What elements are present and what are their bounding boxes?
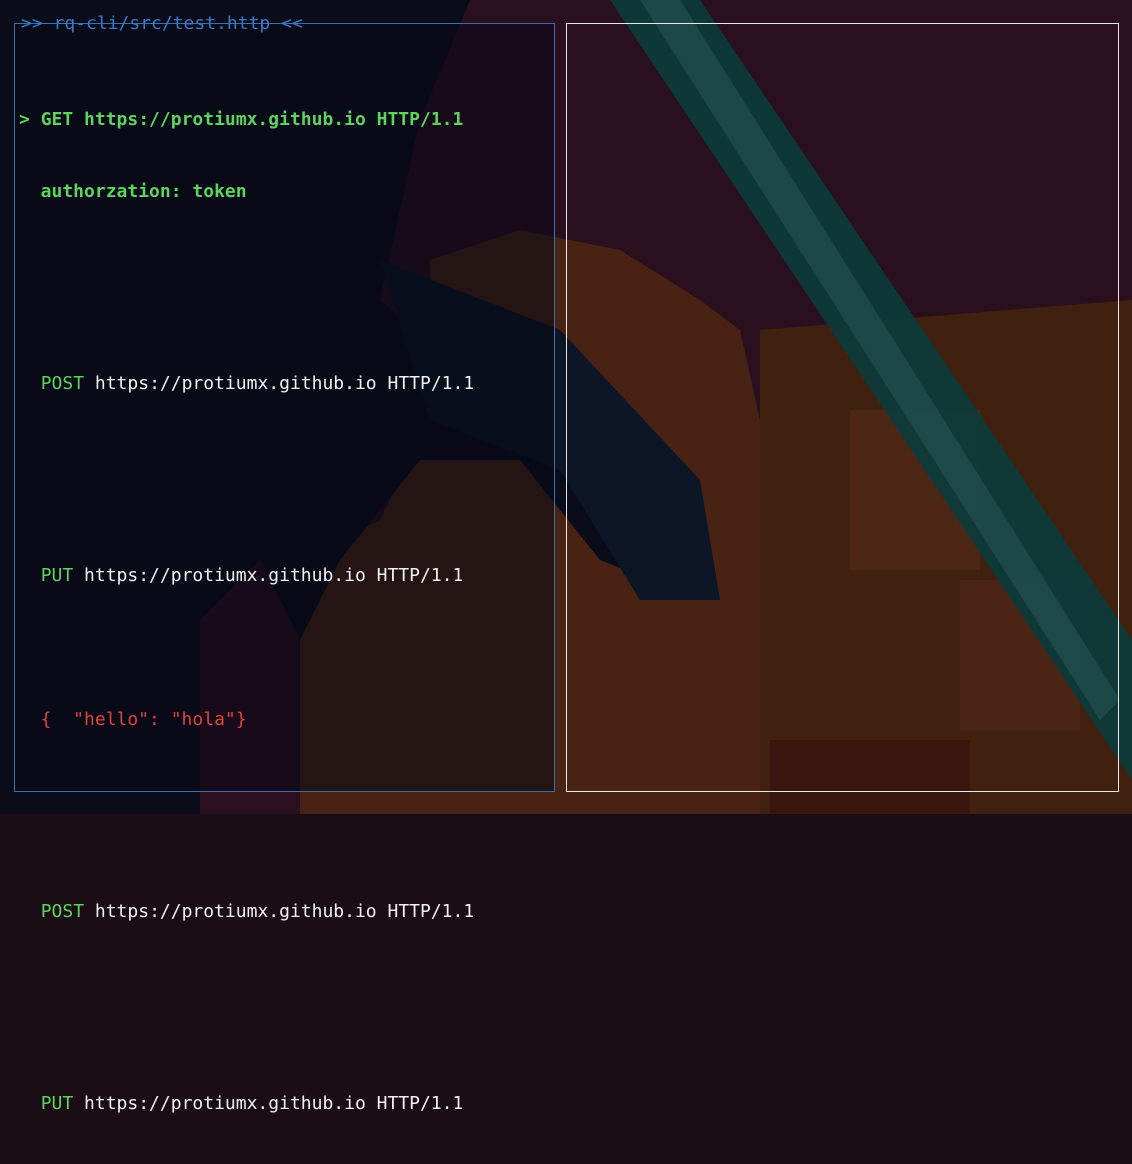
- selection-cursor: [19, 901, 41, 922]
- spacer: [19, 780, 474, 804]
- request-method: POST: [40, 901, 85, 922]
- request-item[interactable]: PUT https://protiumx.github.io HTTP/1.1: [19, 564, 474, 588]
- request-url: https://protiumx.github.io HTTP/1.1: [73, 565, 464, 586]
- request-method: PUT: [40, 1093, 74, 1114]
- selection-cursor: >: [19, 109, 41, 130]
- request-list-pane[interactable]: >> rq-cli/src/test.http << > GET https:/…: [14, 13, 555, 1114]
- request-url: https://protiumx.github.io HTTP/1.1: [73, 109, 464, 130]
- request-header: authorzation: token: [19, 180, 474, 204]
- request-url: https://protiumx.github.io HTTP/1.1: [84, 373, 475, 394]
- selection-cursor: [19, 565, 41, 586]
- spacer: [19, 636, 474, 660]
- body-line: { "hello": "hola"}: [19, 709, 247, 730]
- pane-title: >> rq-cli/src/test.http <<: [21, 13, 303, 34]
- request-item[interactable]: POST https://protiumx.github.io HTTP/1.1: [19, 372, 475, 396]
- header-line: authorzation: token: [19, 181, 247, 202]
- spacer: [19, 972, 474, 996]
- request-item[interactable]: PUT https://protiumx.github.io HTTP/1.1: [19, 1092, 474, 1116]
- request-url: https://protiumx.github.io HTTP/1.1: [73, 1093, 464, 1114]
- request-item[interactable]: POST https://protiumx.github.io HTTP/1.1: [19, 900, 475, 924]
- request-list[interactable]: > GET https://protiumx.github.io HTTP/1.…: [19, 36, 474, 1164]
- request-item[interactable]: > GET https://protiumx.github.io HTTP/1.…: [19, 108, 474, 132]
- spacer: [19, 252, 474, 276]
- request-method: GET: [40, 109, 74, 130]
- request-url: https://protiumx.github.io HTTP/1.1: [84, 901, 475, 922]
- selection-cursor: [19, 373, 41, 394]
- response-pane[interactable]: [566, 23, 1119, 792]
- request-method: POST: [40, 373, 85, 394]
- request-method: PUT: [40, 565, 74, 586]
- spacer: [19, 444, 474, 468]
- selection-cursor: [19, 1093, 41, 1114]
- request-body: { "hello": "hola"}: [19, 708, 474, 732]
